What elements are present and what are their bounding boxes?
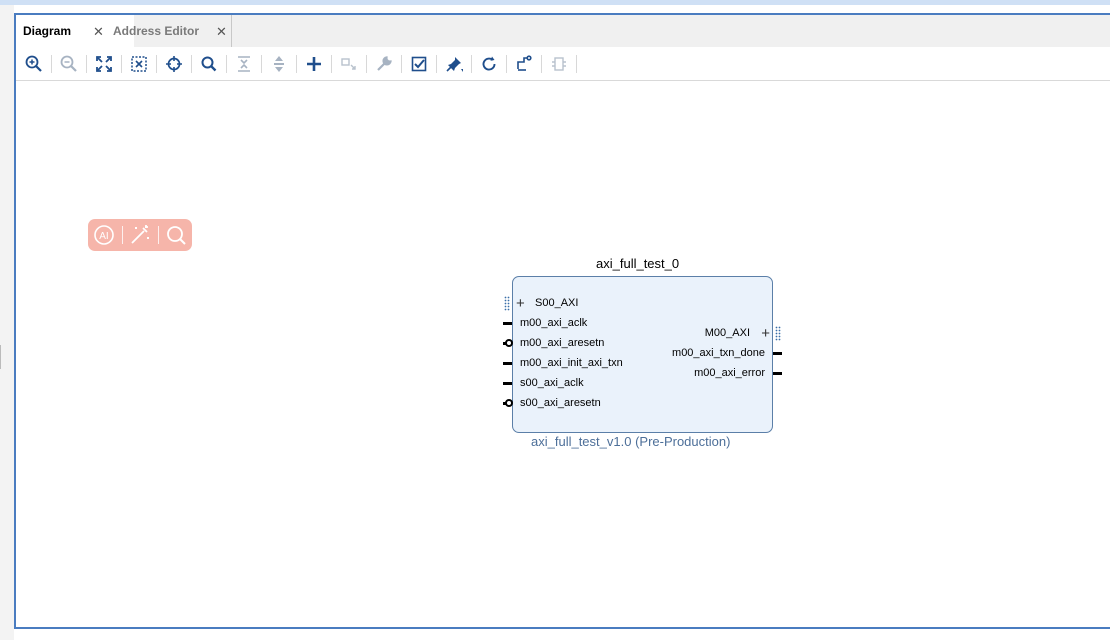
ip-block[interactable]: + S00_AXI m00_axi_aclk m00_axi_aresetn m… <box>512 276 773 433</box>
close-icon[interactable]: ✕ <box>216 24 227 40</box>
port-m00-axi[interactable]: M00_AXI <box>705 327 750 339</box>
inverter-bubble <box>505 399 513 407</box>
expand-all-icon[interactable] <box>269 54 289 74</box>
diagram-toolbar <box>16 47 1110 81</box>
properties-wrench-icon[interactable] <box>374 54 394 74</box>
port-s00-axi-aresetn[interactable]: s00_axi_aresetn <box>520 397 601 409</box>
ai-assistant-icon[interactable]: AI <box>92 223 116 247</box>
left-gutter <box>0 5 14 640</box>
m00-axi-bus-connector[interactable] <box>775 326 781 342</box>
highlight-icon[interactable] <box>549 54 569 74</box>
port-m00-axi-error[interactable]: m00_axi_error <box>694 367 765 379</box>
expand-bus-icon[interactable]: + <box>516 296 525 311</box>
search-icon[interactable] <box>164 223 188 247</box>
diagram-panel: Diagram ✕ Address Editor ✕ AI axi_full_t… <box>14 13 1110 629</box>
pin-s00-axi-aclk[interactable] <box>503 382 512 385</box>
splitter-mark[interactable] <box>0 345 1 369</box>
port-m00-axi-aclk[interactable]: m00_axi_aclk <box>520 317 587 329</box>
tab-address-editor[interactable]: Address Editor ✕ <box>109 15 232 47</box>
port-s00-axi-aclk[interactable]: s00_axi_aclk <box>520 377 584 389</box>
s00-axi-bus-connector[interactable] <box>504 296 510 312</box>
add-ip-icon[interactable] <box>304 54 324 74</box>
auto-fit-selection-icon[interactable] <box>164 54 184 74</box>
pin-m00-axi-aclk[interactable] <box>503 322 512 325</box>
pin-m00-axi-init-axi-txn[interactable] <box>503 362 512 365</box>
zoom-area-icon[interactable] <box>129 54 149 74</box>
make-external-icon[interactable] <box>339 54 359 74</box>
regenerate-layout-icon[interactable] <box>479 54 499 74</box>
port-m00-axi-txn-done[interactable]: m00_axi_txn_done <box>672 347 765 359</box>
port-m00-axi-init-axi-txn[interactable]: m00_axi_init_axi_txn <box>520 357 623 369</box>
window-top-strip <box>0 0 1110 5</box>
block-instance-name: axi_full_test_0 <box>596 256 680 271</box>
block-ip-name: axi_full_test_v1.0 (Pre-Production) <box>531 434 731 449</box>
expand-bus-icon[interactable]: + <box>761 326 770 341</box>
zoom-fit-icon[interactable] <box>94 54 114 74</box>
ai-assistant-toolbar[interactable]: AI <box>88 219 192 251</box>
tab-label: Address Editor <box>113 24 200 38</box>
magic-wand-icon[interactable] <box>128 223 152 247</box>
zoom-in-icon[interactable] <box>24 54 44 74</box>
validate-design-icon[interactable] <box>409 54 429 74</box>
tab-bar: Diagram ✕ Address Editor ✕ <box>16 15 1110 47</box>
port-m00-axi-aresetn[interactable]: m00_axi_aresetn <box>520 337 604 349</box>
close-icon[interactable]: ✕ <box>93 24 104 40</box>
diagram-canvas[interactable]: AI axi_full_test_0 + S00_AXI m00_axi_acl… <box>16 82 1110 629</box>
inverter-bubble <box>505 339 513 347</box>
pin-icon[interactable] <box>444 54 464 74</box>
tab-label: Diagram <box>23 24 72 38</box>
collapse-all-icon[interactable] <box>234 54 254 74</box>
pin-m00-axi-error[interactable] <box>773 372 782 375</box>
search-icon[interactable] <box>199 54 219 74</box>
svg-text:AI: AI <box>99 231 108 242</box>
optimize-routing-icon[interactable] <box>514 54 534 74</box>
port-s00-axi[interactable]: S00_AXI <box>535 297 578 309</box>
zoom-out-icon[interactable] <box>59 54 79 74</box>
pin-m00-axi-txn-done[interactable] <box>773 352 782 355</box>
